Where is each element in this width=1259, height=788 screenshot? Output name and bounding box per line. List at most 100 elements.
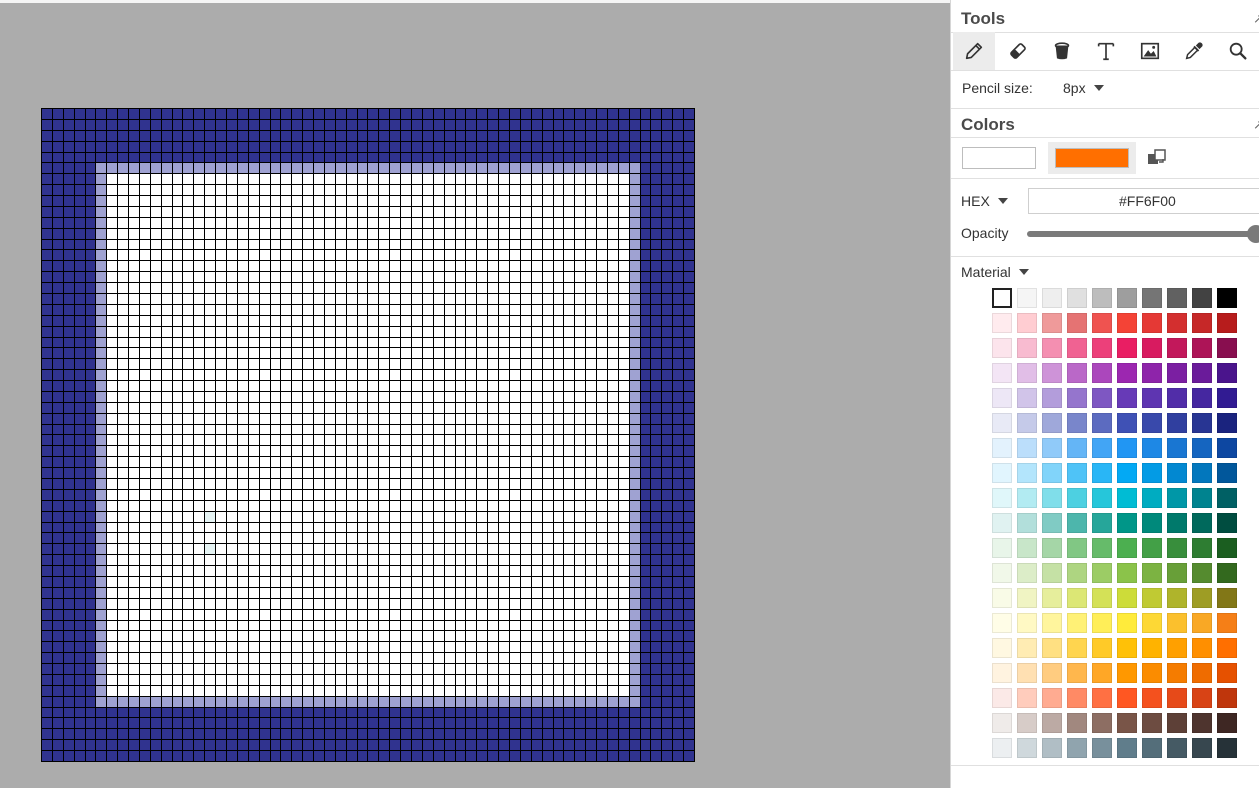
pixel-cell[interactable] [74, 653, 85, 664]
pixel-cell[interactable] [139, 109, 150, 119]
palette-swatch[interactable] [1192, 688, 1212, 708]
pixel-cell[interactable] [662, 664, 673, 674]
pixel-cell[interactable] [63, 664, 74, 674]
pixel-cell[interactable] [227, 272, 237, 283]
pixel-cell[interactable] [662, 250, 673, 261]
pixel-cell[interactable] [433, 674, 444, 685]
pixel-cell[interactable] [575, 130, 586, 141]
pixel-cell[interactable] [259, 337, 270, 348]
pixel-cell[interactable] [379, 185, 390, 196]
pixel-cell[interactable] [150, 653, 161, 664]
pixel-cell[interactable] [161, 511, 172, 522]
pixel-cell[interactable] [216, 163, 227, 174]
pixel-cell[interactable] [281, 250, 292, 261]
pixel-cell[interactable] [553, 500, 564, 511]
pixel-cell[interactable] [85, 718, 96, 729]
pixel-cell[interactable] [74, 740, 85, 751]
pixel-cell[interactable] [292, 391, 303, 402]
pixel-cell[interactable] [172, 250, 183, 261]
pixel-cell[interactable] [270, 304, 281, 315]
pixel-cell[interactable] [673, 261, 684, 272]
pixel-cell[interactable] [324, 381, 335, 391]
pixel-cell[interactable] [303, 587, 314, 598]
pixel-cell[interactable] [227, 196, 237, 206]
pixel-cell[interactable] [63, 370, 74, 381]
pixel-cell[interactable] [509, 457, 520, 468]
pixel-cell[interactable] [379, 685, 390, 696]
pixel-cell[interactable] [379, 576, 390, 587]
pixel-cell[interactable] [379, 533, 390, 544]
pixel-cell[interactable] [216, 381, 227, 391]
pixel-cell[interactable] [401, 152, 412, 163]
pixel-cell[interactable] [205, 435, 216, 446]
palette-swatch[interactable] [1017, 538, 1037, 558]
pixel-cell[interactable] [96, 163, 107, 174]
pixel-cell[interactable] [357, 479, 368, 489]
pixel-cell[interactable] [139, 620, 150, 631]
pixel-cell[interactable] [205, 664, 216, 674]
pixel-cell[interactable] [52, 304, 63, 315]
pixel-cell[interactable] [607, 674, 618, 685]
pixel-cell[interactable] [531, 152, 542, 163]
pixel-cell[interactable] [227, 381, 237, 391]
palette-swatch[interactable] [1117, 638, 1137, 658]
pixel-cell[interactable] [248, 718, 259, 729]
pixel-cell[interactable] [63, 283, 74, 294]
pixel-cell[interactable] [63, 424, 74, 435]
pixel-cell[interactable] [499, 163, 509, 174]
pixel-cell[interactable] [324, 304, 335, 315]
palette-swatch[interactable] [992, 738, 1012, 758]
pixel-cell[interactable] [520, 130, 531, 141]
pixel-cell[interactable] [96, 653, 107, 664]
pixel-cell[interactable] [673, 457, 684, 468]
pixel-cell[interactable] [281, 228, 292, 239]
opacity-slider-track[interactable] [1027, 231, 1259, 237]
hex-input[interactable]: #FF6F00 [1028, 188, 1259, 214]
pixel-cell[interactable] [379, 304, 390, 315]
palette-swatch[interactable] [1167, 613, 1187, 633]
pixel-cell[interactable] [107, 446, 118, 457]
pixel-cell[interactable] [651, 381, 662, 391]
pixel-cell[interactable] [673, 598, 684, 609]
palette-swatch[interactable] [1217, 638, 1237, 658]
pixel-cell[interactable] [520, 391, 531, 402]
pixel-cell[interactable] [553, 174, 564, 185]
pixel-cell[interactable] [237, 304, 248, 315]
pixel-cell[interactable] [205, 424, 216, 435]
palette-swatch[interactable] [1192, 588, 1212, 608]
pixel-cell[interactable] [183, 718, 194, 729]
pixel-cell[interactable] [520, 304, 531, 315]
pixel-cell[interactable] [509, 119, 520, 130]
pixel-cell[interactable] [216, 130, 227, 141]
pixel-cell[interactable] [444, 326, 455, 337]
pixel-cell[interactable] [673, 272, 684, 283]
pixel-cell[interactable] [390, 533, 401, 544]
pixel-cell[interactable] [357, 239, 368, 250]
pixel-cell[interactable] [466, 185, 477, 196]
pixel-cell[interactable] [74, 631, 85, 642]
pixel-cell[interactable] [509, 446, 520, 457]
pixel-cell[interactable] [183, 653, 194, 664]
pixel-cell[interactable] [455, 457, 466, 468]
pixel-cell[interactable] [586, 381, 597, 391]
pixel-cell[interactable] [270, 631, 281, 642]
pixel-cell[interactable] [292, 533, 303, 544]
pixel-cell[interactable] [227, 250, 237, 261]
pixel-cell[interactable] [303, 707, 314, 718]
pixel-cell[interactable] [444, 674, 455, 685]
palette-swatch[interactable] [1067, 663, 1087, 683]
pixel-cell[interactable] [346, 587, 357, 598]
pixel-cell[interactable] [237, 685, 248, 696]
pixel-cell[interactable] [368, 294, 379, 304]
pixel-cell[interactable] [346, 185, 357, 196]
pixel-cell[interactable] [651, 326, 662, 337]
pixel-cell[interactable] [183, 446, 194, 457]
pixel-cell[interactable] [216, 468, 227, 479]
palette-swatch[interactable] [1192, 413, 1212, 433]
pixel-cell[interactable] [684, 446, 694, 457]
pixel-cell[interactable] [684, 609, 694, 620]
pixel-cell[interactable] [379, 511, 390, 522]
pixel-cell[interactable] [629, 751, 640, 761]
palette-swatch[interactable] [1167, 313, 1187, 333]
pixel-cell[interactable] [455, 729, 466, 740]
